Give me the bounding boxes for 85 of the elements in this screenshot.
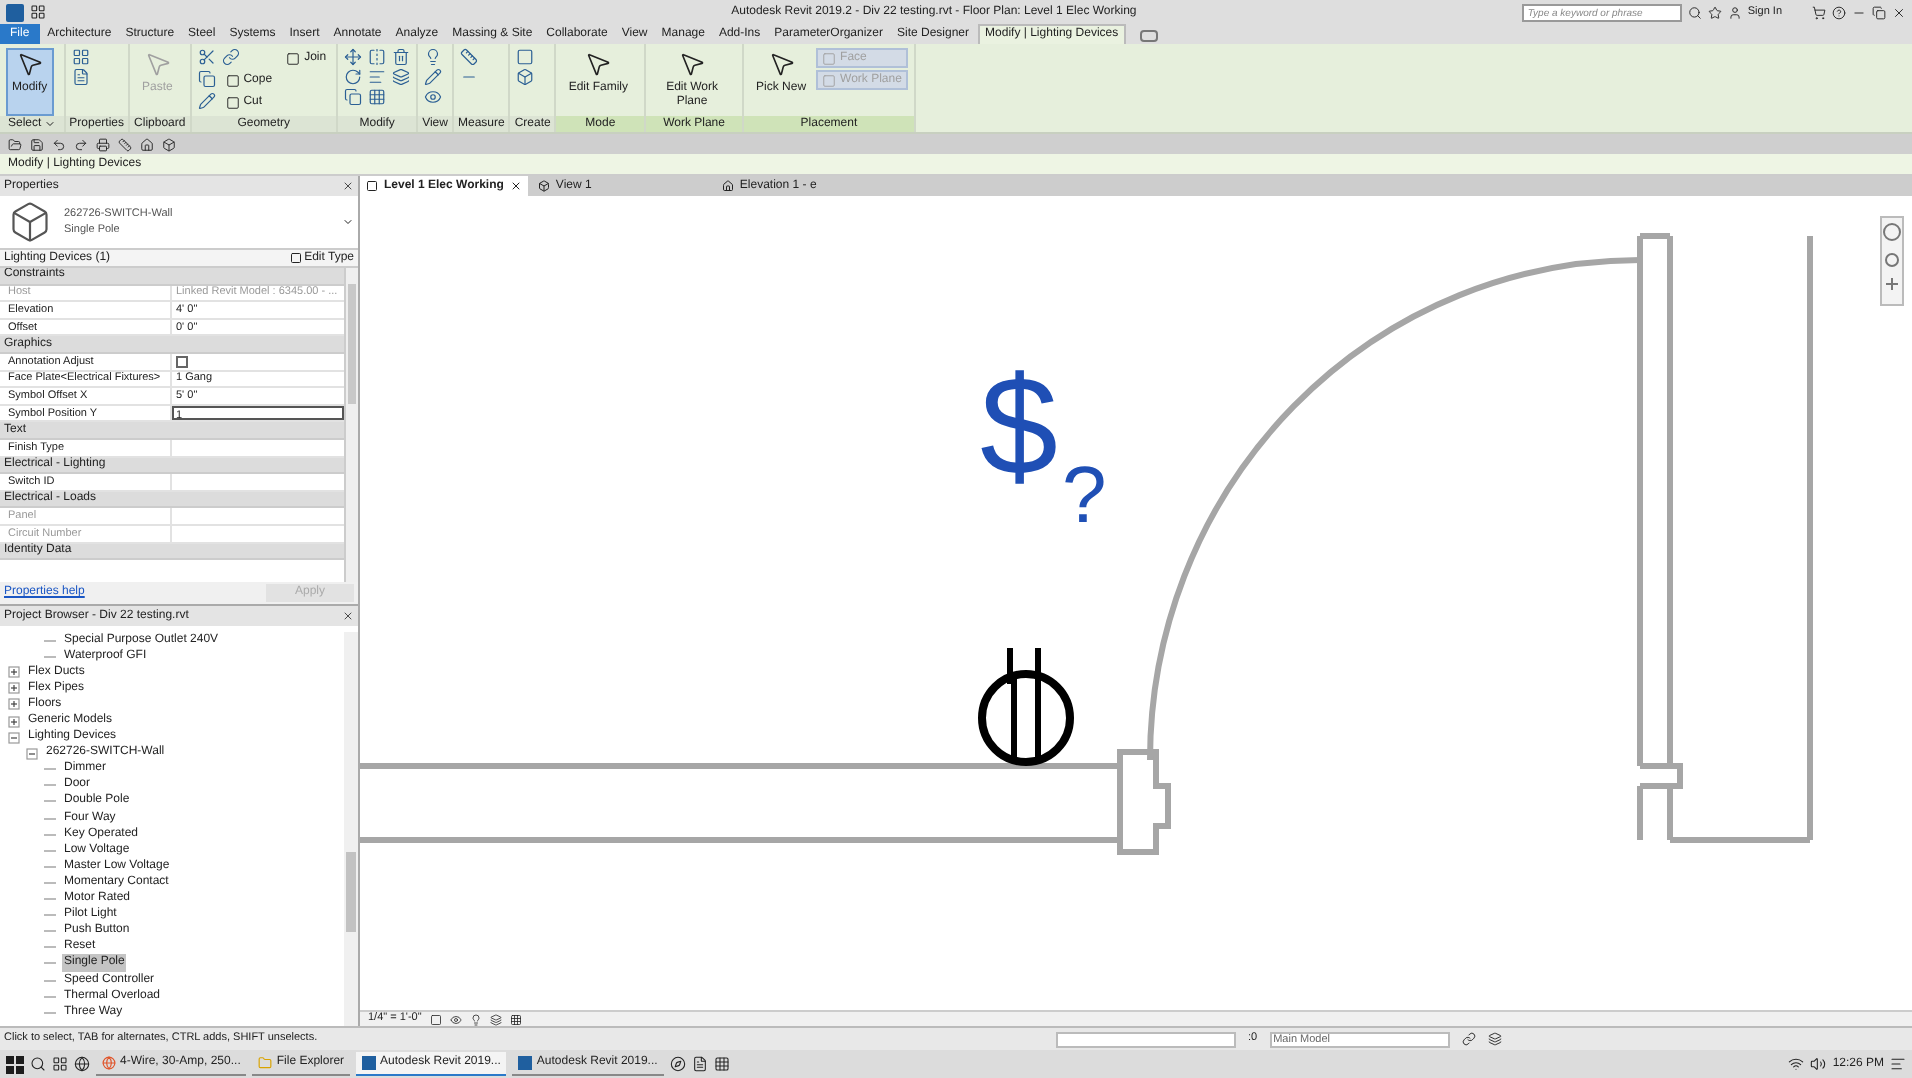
collapse-icon[interactable]: [8, 731, 20, 744]
panel-toggle-icon[interactable]: [1140, 30, 1159, 42]
group-icon[interactable]: [516, 48, 535, 66]
cube-icon: [537, 180, 550, 192]
undo-icon[interactable]: [52, 137, 66, 151]
wifi-icon[interactable]: [1788, 1056, 1805, 1072]
type-properties-icon[interactable]: [71, 68, 90, 86]
tool-icon: [286, 51, 301, 65]
visual-style-icon[interactable]: [449, 1013, 462, 1025]
save-icon[interactable]: [30, 137, 44, 151]
app-icon[interactable]: [669, 1056, 686, 1072]
speaker-icon[interactable]: [1810, 1056, 1827, 1072]
align-icon[interactable]: [368, 68, 387, 86]
scrollbar[interactable]: [344, 268, 358, 582]
tool-icon: [584, 50, 613, 78]
app-icon: [518, 1056, 533, 1070]
document-icon[interactable]: [691, 1056, 708, 1072]
expand-icon[interactable]: [8, 666, 20, 679]
rotate-icon[interactable]: [344, 68, 363, 86]
sun-icon[interactable]: [469, 1013, 482, 1025]
globe-icon: [102, 1056, 116, 1070]
expand-icon[interactable]: [8, 715, 20, 728]
pencil-icon[interactable]: [424, 68, 443, 86]
detail-level-icon[interactable]: [429, 1013, 442, 1025]
restore-icon[interactable]: [1872, 5, 1886, 19]
eye-icon[interactable]: [424, 88, 443, 106]
cut-icon[interactable]: [197, 48, 216, 66]
copy-icon[interactable]: [197, 70, 216, 88]
cart-icon[interactable]: [1812, 5, 1826, 19]
app-icon: [362, 1056, 377, 1070]
tool-icon: [767, 50, 796, 78]
spreadsheet-icon[interactable]: [713, 1056, 730, 1072]
link-icon[interactable]: [221, 48, 240, 66]
component-icon[interactable]: [516, 68, 535, 86]
tool-icon: [15, 50, 44, 78]
question-mark: ?: [1061, 456, 1107, 536]
tool-icon: [143, 50, 172, 78]
checkbox[interactable]: [176, 355, 188, 368]
search-icon[interactable]: [1687, 5, 1702, 19]
folder-icon: [258, 1056, 273, 1070]
expand-icon[interactable]: [8, 698, 20, 711]
print-icon[interactable]: [96, 137, 110, 151]
user-icon[interactable]: [1727, 5, 1742, 19]
navigation-bar-icon[interactable]: [1880, 216, 1904, 306]
browser-icon[interactable]: [74, 1056, 90, 1072]
mirror-icon[interactable]: [368, 48, 387, 66]
crop-icon[interactable]: [509, 1013, 522, 1025]
help-icon[interactable]: [1832, 5, 1846, 19]
home-icon[interactable]: [140, 137, 154, 151]
caret-icon: [43, 118, 56, 130]
shadows-icon[interactable]: [489, 1013, 502, 1025]
open-icon[interactable]: [8, 137, 22, 151]
edit-type-icon: [290, 252, 303, 264]
close-icon[interactable]: [1892, 5, 1906, 19]
search-icon[interactable]: [30, 1056, 46, 1072]
scrollbar[interactable]: [344, 632, 358, 1026]
redo-icon[interactable]: [74, 137, 88, 151]
delete-icon[interactable]: [392, 48, 411, 66]
notifications-icon[interactable]: [1890, 1056, 1906, 1072]
tool-icon: [678, 50, 707, 78]
windows-logo-icon[interactable]: [6, 1055, 24, 1073]
paint-icon[interactable]: [197, 92, 216, 110]
close-icon[interactable]: [342, 180, 354, 192]
plan-icon: [366, 180, 378, 192]
task-view-icon[interactable]: [52, 1056, 68, 1072]
move-icon[interactable]: [344, 48, 363, 66]
measure-icon[interactable]: [118, 137, 132, 151]
expand-icon[interactable]: [8, 682, 20, 695]
offset-icon[interactable]: [392, 68, 411, 86]
ruler-icon[interactable]: [459, 48, 478, 66]
3d-view-icon[interactable]: [162, 137, 176, 151]
app-logo-icon[interactable]: [6, 3, 24, 21]
copy-icon[interactable]: [344, 88, 363, 106]
close-icon[interactable]: [342, 610, 354, 622]
collapse-icon[interactable]: [26, 747, 38, 760]
properties-icon[interactable]: [71, 48, 90, 66]
star-icon[interactable]: [1707, 5, 1722, 19]
layers-icon[interactable]: [1487, 1032, 1502, 1046]
link-icon[interactable]: [1461, 1032, 1476, 1046]
house-icon: [721, 180, 734, 192]
quick-access-icon[interactable]: [30, 4, 46, 20]
close-icon[interactable]: [509, 180, 522, 192]
switch-symbol[interactable]: $: [980, 356, 1058, 496]
array-icon[interactable]: [368, 88, 387, 106]
caret-icon[interactable]: [342, 216, 354, 228]
